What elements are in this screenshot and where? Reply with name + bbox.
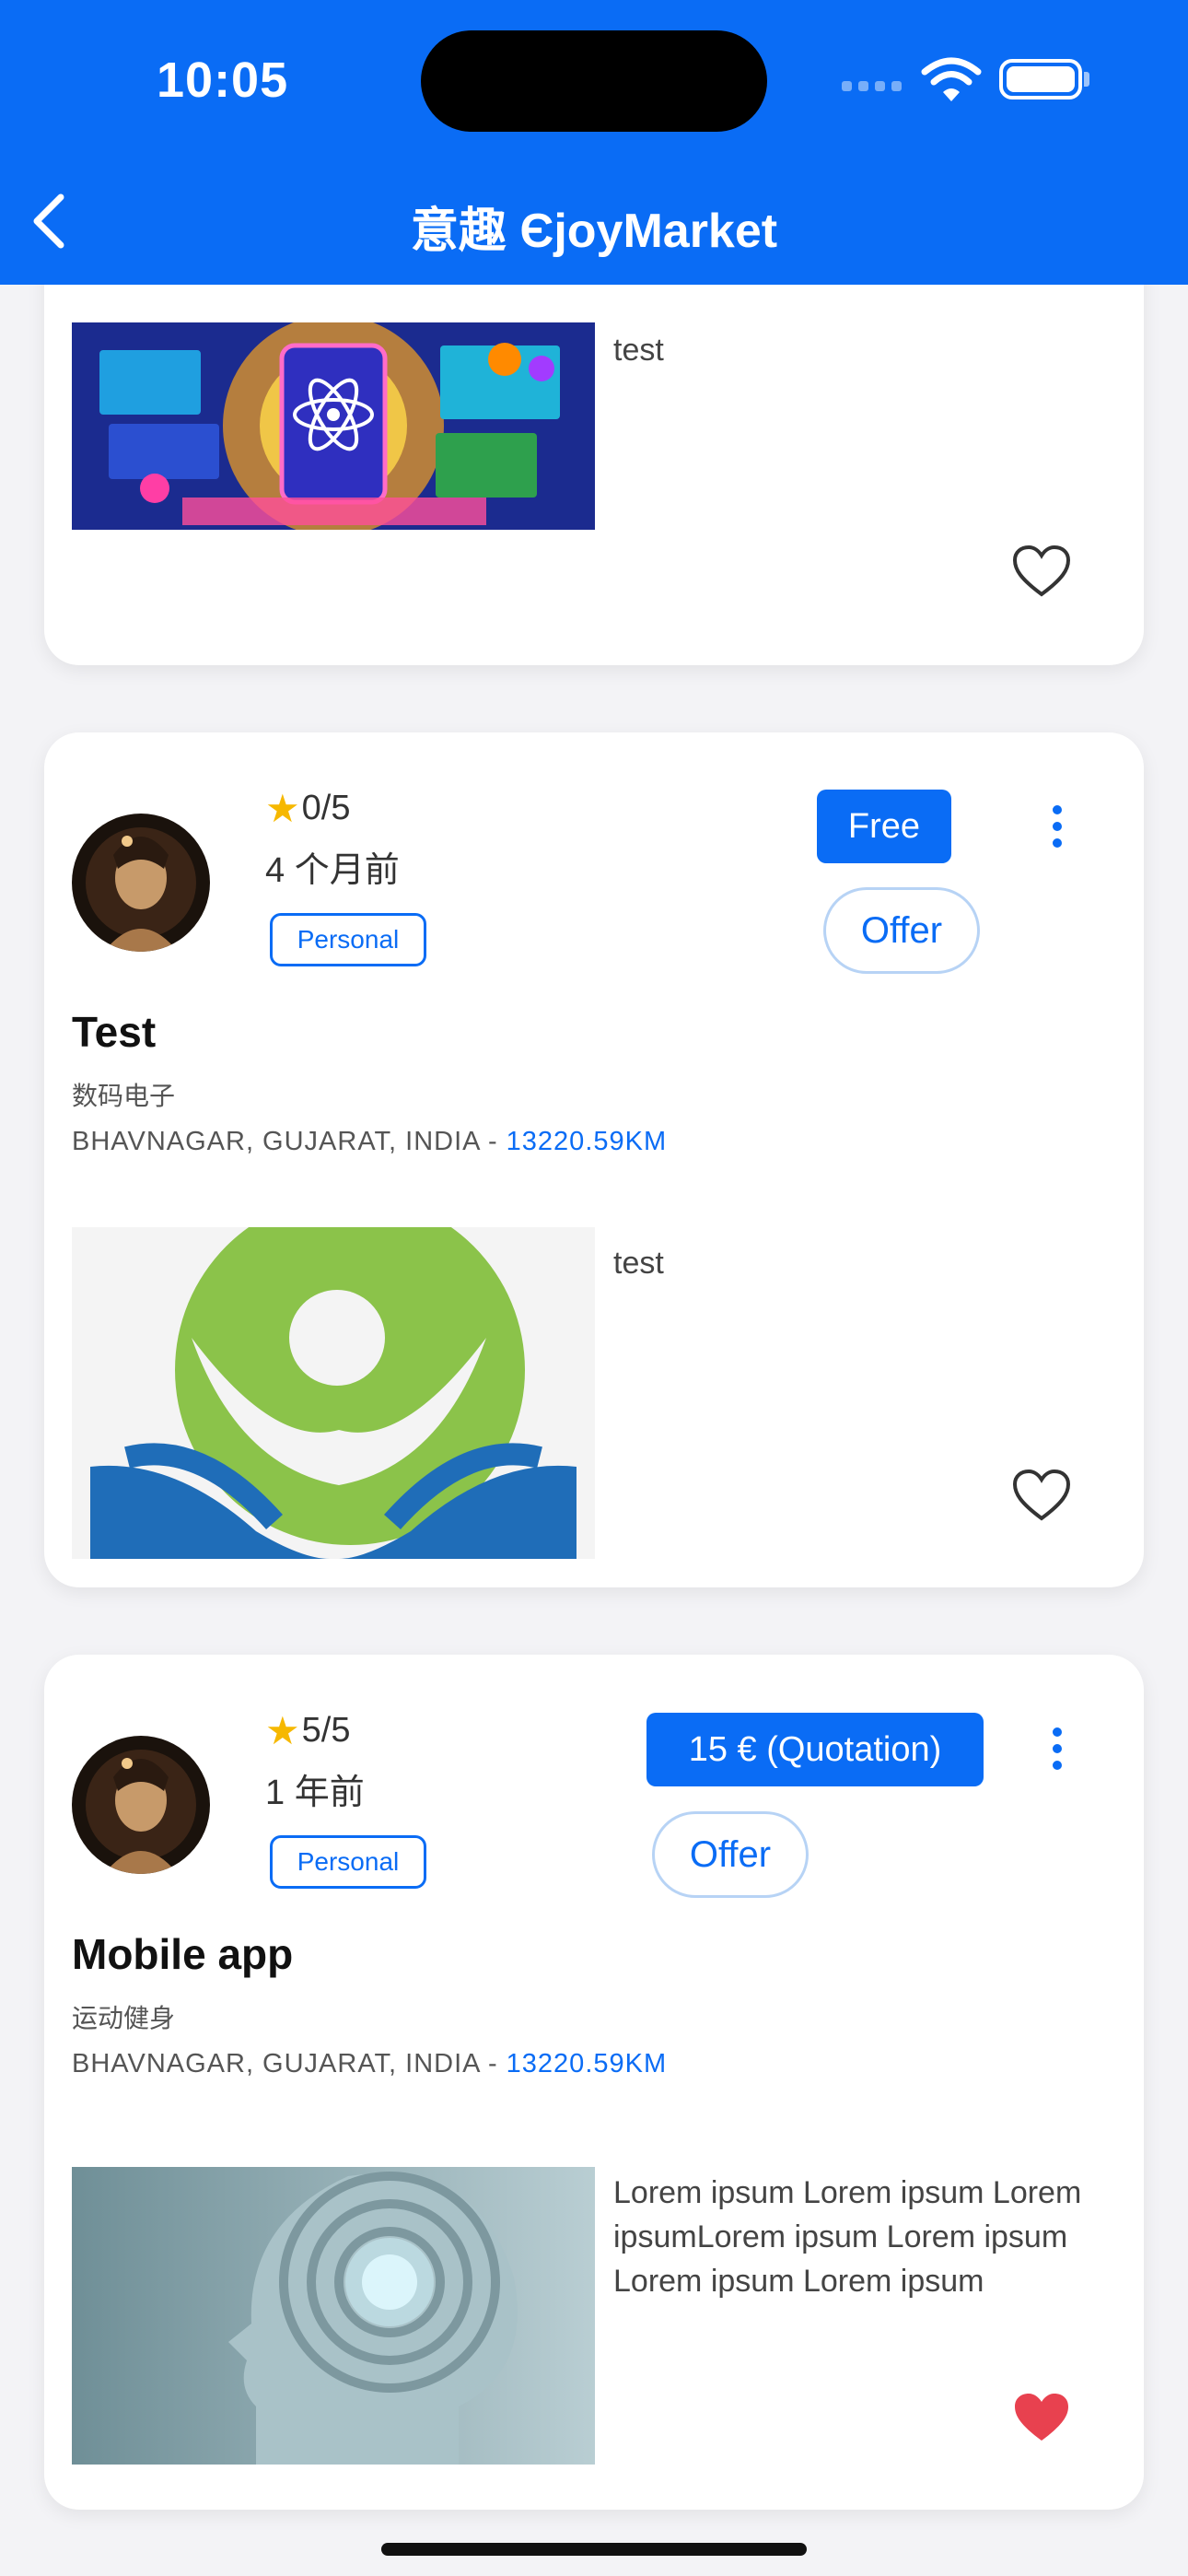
wifi-icon: [921, 57, 982, 101]
listing-location: BHAVNAGAR, GUJARAT, INDIA - 13220.59KM: [72, 2049, 667, 2079]
favorite-heart-icon[interactable]: [1011, 544, 1072, 599]
cellular-signal-icon: [842, 81, 902, 91]
listing-title: Mobile app: [72, 1930, 294, 1978]
star-icon: ★: [265, 1709, 300, 1752]
star-icon: ★: [265, 787, 300, 830]
price-button[interactable]: 15 € (Quotation): [646, 1713, 984, 1786]
location-text: BHAVNAGAR, GUJARAT, INDIA -: [72, 1127, 507, 1156]
more-options-button[interactable]: [1039, 794, 1076, 859]
avatar[interactable]: [72, 1736, 210, 1874]
listing-card[interactable]: ★ 5/5 1 年前 Personal 15 € (Quotation) Off…: [44, 1655, 1144, 2510]
battery-icon: [999, 59, 1089, 100]
listing-category: 运动健身: [72, 2004, 176, 2032]
home-indicator[interactable]: [381, 2543, 807, 2556]
offer-button[interactable]: Offer: [652, 1811, 809, 1898]
rating: ★ 5/5: [265, 1708, 350, 1753]
seller-type-badge: Personal: [270, 913, 426, 966]
app-header: 10:05 意趣 ЄjoyMarket: [0, 0, 1188, 285]
posted-time: 1 年前: [265, 1774, 365, 1812]
posted-time: 4 个月前: [265, 851, 400, 890]
listing-image[interactable]: [72, 322, 595, 530]
listing-card[interactable]: test: [44, 230, 1144, 665]
page-title: 意趣 ЄjoyMarket: [410, 205, 778, 258]
listing-title: Test: [72, 1008, 157, 1056]
rating-value: 5/5: [301, 1711, 351, 1750]
listing-description: test: [613, 333, 664, 368]
favorite-heart-icon[interactable]: [1011, 1468, 1072, 1523]
dynamic-island: [421, 30, 767, 132]
rating: ★ 0/5: [265, 786, 350, 831]
avatar[interactable]: [72, 814, 210, 952]
listing-description: test: [613, 1246, 664, 1281]
distance-text: 13220.59KM: [506, 1127, 668, 1156]
listing-image[interactable]: [72, 1227, 595, 1559]
listing-image[interactable]: [72, 2167, 595, 2465]
location-text: BHAVNAGAR, GUJARAT, INDIA -: [72, 2049, 507, 2078]
distance-text: 13220.59KM: [506, 2049, 668, 2078]
seller-type-badge: Personal: [270, 1835, 426, 1889]
price-button[interactable]: Free: [817, 790, 951, 863]
listing-description: Lorem ipsum Lorem ipsum Lorem ipsumLorem…: [613, 2175, 1082, 2299]
status-time: 10:05: [157, 53, 289, 108]
favorite-heart-icon[interactable]: [1011, 2390, 1072, 2445]
listing-card[interactable]: ★ 0/5 4 个月前 Personal Free Offer Test 数码电…: [44, 732, 1144, 1587]
listing-location: BHAVNAGAR, GUJARAT, INDIA - 13220.59KM: [72, 1127, 667, 1157]
offer-button[interactable]: Offer: [823, 887, 980, 974]
listing-category: 数码电子: [72, 1082, 176, 1110]
more-options-button[interactable]: [1039, 1716, 1076, 1781]
rating-value: 0/5: [301, 789, 351, 827]
